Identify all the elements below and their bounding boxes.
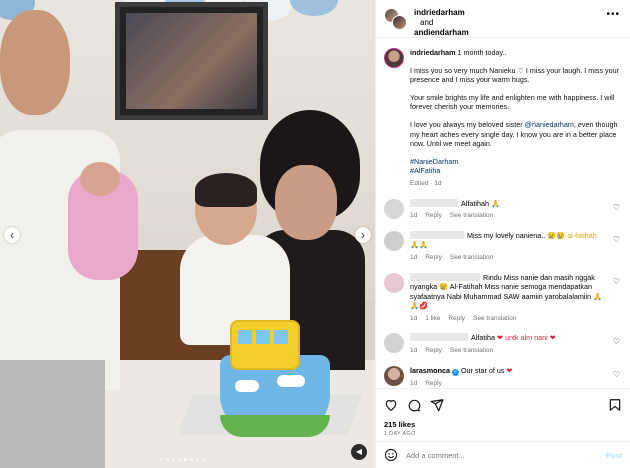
caption-time-suffix: 1 month today.. (457, 48, 507, 57)
emoji-icon[interactable] (384, 448, 398, 462)
reply-button[interactable]: Reply (425, 346, 442, 356)
caption: indriedarham 1 month today.. I miss you … (384, 48, 620, 189)
post-button[interactable]: Post (606, 451, 622, 460)
see-translation-button[interactable]: See translation (450, 253, 493, 263)
redacted-username (410, 333, 468, 342)
header-user-1[interactable]: indriedarham (414, 8, 469, 18)
likes-count[interactable]: 215 likes (384, 420, 622, 429)
comment-time: 1d (410, 212, 418, 220)
post-header: indriedarham and andiendarham ••• (376, 0, 630, 38)
comment-text: Alfatihah (461, 198, 489, 208)
caption-meta: Edited · 1d (410, 179, 442, 187)
comment-emoji: ❤ (506, 365, 513, 375)
post-age: 1 DAY AGO (384, 431, 416, 437)
commenter-avatar[interactable] (384, 333, 404, 354)
commenter-avatar[interactable] (384, 272, 404, 293)
verified-icon: ✓ (451, 368, 459, 376)
heart-icon[interactable] (384, 398, 398, 412)
comment: Rindu Miss nanie dan masih nggak nyangka… (384, 272, 620, 324)
redacted-username (410, 230, 464, 239)
comment-emoji: ❤ untk alm nani ❤ (496, 333, 556, 343)
comment: Alfatiha ❤ untk alm nani ❤ 1d Reply See … (384, 333, 620, 355)
comment-time: 1d (410, 314, 418, 322)
header-user-2[interactable]: andiendarham (414, 28, 469, 38)
bookmark-icon[interactable] (608, 398, 622, 412)
post-photo[interactable]: ‹ › ◀ (0, 0, 375, 468)
see-translation-button[interactable]: See translation (473, 314, 516, 324)
comment-icon[interactable] (407, 398, 421, 412)
baby-figure (68, 162, 138, 280)
post-sidebar: indriedarham and andiendarham ••• indrie… (375, 0, 630, 468)
chevron-left-icon[interactable]: ‹ (4, 227, 20, 243)
reply-button[interactable]: Reply (425, 211, 442, 221)
reply-button[interactable]: Reply (448, 314, 465, 324)
redacted-username (410, 198, 458, 207)
comment-text: Miss my lovely naniena.. (467, 230, 546, 240)
author-avatar[interactable] (384, 48, 404, 68)
add-comment-bar: Post (376, 441, 630, 468)
comment-input[interactable] (406, 450, 598, 460)
reply-button[interactable]: Reply (425, 253, 442, 263)
comment: larasmonca ✓ Our star of us ❤ 1d Reply ♡ (384, 365, 620, 388)
header-and: and (420, 18, 434, 27)
mute-icon[interactable]: ◀ (351, 444, 367, 460)
comments-scroll[interactable]: indriedarham 1 month today.. I miss you … (376, 48, 630, 388)
comment-emoji: 🙏 (490, 198, 500, 208)
collab-avatars[interactable] (384, 8, 408, 30)
birthday-cake (177, 320, 363, 450)
comment-time: 1d (410, 347, 418, 355)
commenter-avatar[interactable] (384, 365, 404, 386)
chevron-right-icon[interactable]: › (355, 227, 371, 243)
comment-likes[interactable]: 1 like (425, 314, 440, 324)
caption-p2: Your smile brights my life and enlighten… (410, 92, 615, 112)
see-translation-button[interactable]: See translation (450, 211, 493, 221)
comment-text: Alfatiha (471, 333, 495, 343)
commenter-avatar[interactable] (384, 198, 404, 219)
caption-p3: I love you always my beloved sister @nan… (410, 119, 618, 149)
carousel-dots (160, 458, 205, 461)
commenter-avatar[interactable] (384, 230, 404, 251)
like-comment-icon[interactable]: ♡ (613, 203, 620, 212)
instagram-post-modal: ‹ › ◀ indriedarham and andiendarham ••• … (0, 0, 630, 468)
share-icon[interactable] (430, 398, 444, 412)
comment-time: 1d (410, 379, 418, 387)
comment: Alfatihah 🙏 1d Reply See translation ♡ (384, 198, 620, 221)
hashtag-1[interactable]: #NanieDarham (410, 157, 620, 167)
hashtag-2[interactable]: #AlFatiha (410, 166, 620, 176)
caption-p1: I miss you so very much Nanieku ♡ I miss… (410, 65, 619, 85)
like-comment-icon[interactable]: ♡ (613, 370, 620, 379)
post-actions: 215 likes 1 DAY AGO (376, 388, 630, 441)
redacted-username (410, 272, 480, 281)
mention-link[interactable]: @naniedarham (525, 120, 574, 129)
comment-text: Our star of us (460, 365, 505, 375)
like-comment-icon[interactable]: ♡ (613, 235, 620, 244)
see-translation-button[interactable]: See translation (450, 346, 493, 356)
caption-author[interactable]: indriedarham (410, 48, 456, 57)
more-icon[interactable]: ••• (606, 9, 620, 20)
like-comment-icon[interactable]: ♡ (613, 337, 620, 346)
reply-button[interactable]: Reply (425, 379, 442, 388)
like-comment-icon[interactable]: ♡ (613, 277, 620, 286)
comment-time: 1d (410, 253, 418, 261)
comment-username[interactable]: larasmonca (410, 366, 450, 375)
comment: Miss my lovely naniena.. 😢😢 al-fatihah 🙏… (384, 230, 620, 263)
